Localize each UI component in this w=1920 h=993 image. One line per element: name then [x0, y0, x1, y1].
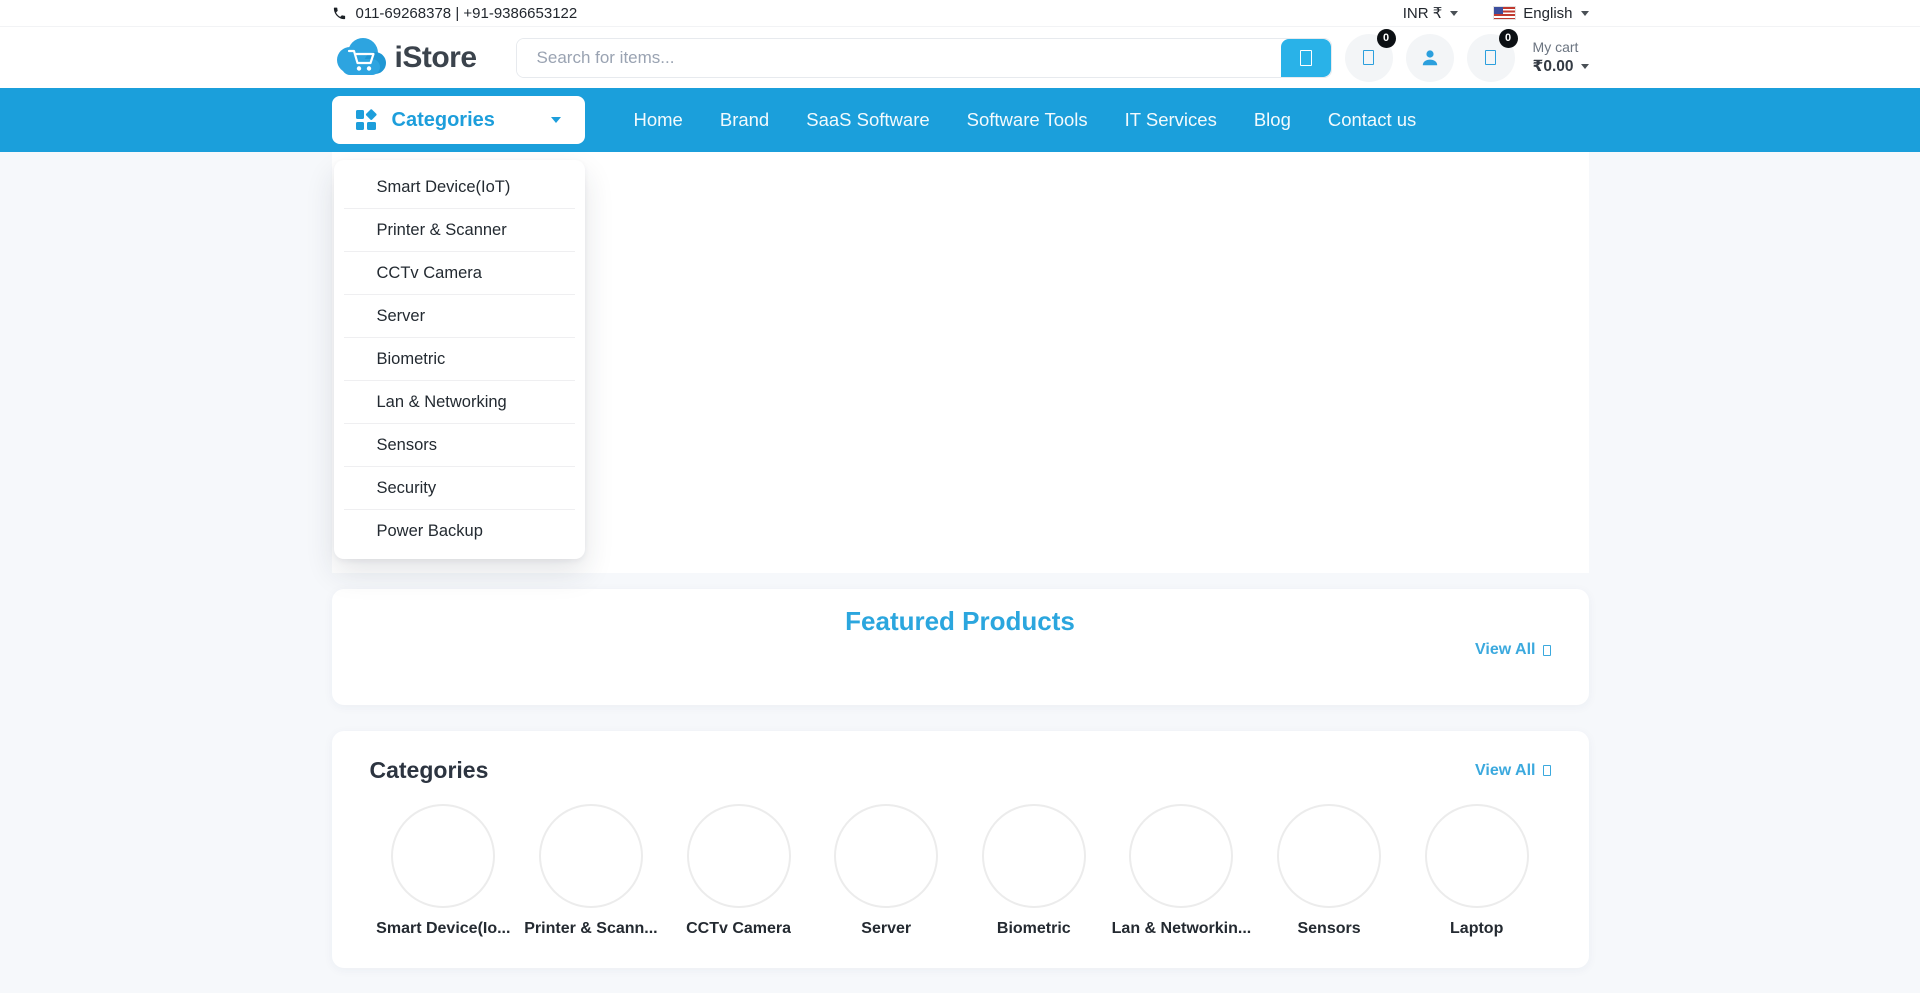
category-tile-smart-device[interactable]: Smart Device(Io...: [370, 804, 518, 938]
category-image-placeholder: [687, 804, 791, 908]
categories-view-all-link[interactable]: View All: [1475, 762, 1550, 780]
category-image-placeholder: [1129, 804, 1233, 908]
category-tile-sensors[interactable]: Sensors: [1255, 804, 1403, 938]
category-tile-laptop[interactable]: Laptop: [1403, 804, 1551, 938]
primary-nav: Categories Home Brand SaaS Software Soft…: [0, 88, 1920, 152]
featured-products-section: Featured Products View All: [332, 589, 1589, 705]
phone-icon: [332, 6, 347, 21]
cart-button[interactable]: 0: [1467, 34, 1515, 82]
menu-item-power-backup[interactable]: Power Backup: [344, 510, 575, 553]
menu-item-cctv-camera[interactable]: CCTv Camera: [344, 252, 575, 295]
view-all-label: View All: [1475, 762, 1535, 780]
wishlist-count-badge: 0: [1377, 29, 1396, 48]
nav-link-contact-us[interactable]: Contact us: [1328, 109, 1416, 131]
categories-section-title: Categories: [370, 757, 489, 784]
category-tile-cctv-camera[interactable]: CCTv Camera: [665, 804, 813, 938]
chevron-down-icon: [551, 117, 561, 123]
phone-contact: 011-69268378 | +91-9386653122: [332, 5, 578, 22]
featured-products-title: Featured Products: [332, 589, 1589, 637]
phone-numbers: 011-69268378 | +91-9386653122: [356, 5, 578, 22]
category-image-placeholder: [539, 804, 643, 908]
categories-menu-button[interactable]: Categories: [332, 96, 585, 144]
search-icon: [1300, 50, 1312, 66]
categories-dropdown-menu: Smart Device(IoT) Printer & Scanner CCTv…: [334, 160, 585, 559]
brand-logo[interactable]: iStore: [332, 37, 477, 79]
arrow-right-icon: [1543, 645, 1551, 656]
category-tile-biometric[interactable]: Biometric: [960, 804, 1108, 938]
category-tile-label: Biometric: [997, 920, 1071, 938]
category-image-placeholder: [1277, 804, 1381, 908]
search-input[interactable]: [517, 39, 1281, 77]
language-selector[interactable]: English: [1494, 5, 1588, 22]
menu-item-biometric[interactable]: Biometric: [344, 338, 575, 381]
chevron-down-icon: [1450, 11, 1458, 16]
cloud-cart-icon: [332, 37, 388, 79]
category-tile-label: Laptop: [1450, 920, 1503, 938]
menu-item-server[interactable]: Server: [344, 295, 575, 338]
account-button[interactable]: [1406, 34, 1454, 82]
category-tile-label: Smart Device(Io...: [376, 920, 510, 938]
category-tiles-row: Smart Device(Io... Printer & Scann... CC…: [370, 804, 1551, 938]
categories-section: Categories View All Smart Device(Io... P…: [332, 731, 1589, 968]
brand-name: iStore: [395, 41, 477, 75]
chevron-down-icon: [1581, 11, 1589, 16]
nav-links: Home Brand SaaS Software Software Tools …: [634, 109, 1417, 131]
search-bar: [516, 38, 1332, 78]
nav-link-software-tools[interactable]: Software Tools: [967, 109, 1088, 131]
category-tile-label: Lan & Networkin...: [1112, 920, 1252, 938]
menu-item-security[interactable]: Security: [344, 467, 575, 510]
nav-link-it-services[interactable]: IT Services: [1125, 109, 1217, 131]
cart-total: ₹0.00: [1533, 57, 1574, 76]
menu-item-sensors[interactable]: Sensors: [344, 424, 575, 467]
my-cart-label: My cart: [1533, 39, 1589, 55]
cart-icon: [1485, 50, 1496, 65]
category-tile-label: Printer & Scann...: [524, 920, 657, 938]
wishlist-icon: [1363, 50, 1374, 65]
wishlist-button[interactable]: 0: [1345, 34, 1393, 82]
arrow-right-icon: [1543, 765, 1551, 776]
category-tile-printer-scanner[interactable]: Printer & Scann...: [517, 804, 665, 938]
category-image-placeholder: [391, 804, 495, 908]
menu-item-lan-networking[interactable]: Lan & Networking: [344, 381, 575, 424]
cart-count-badge: 0: [1499, 29, 1518, 48]
currency-selector[interactable]: INR ₹: [1403, 4, 1459, 22]
my-cart-summary[interactable]: My cart ₹0.00: [1533, 39, 1589, 76]
search-button[interactable]: [1281, 39, 1331, 77]
category-image-placeholder: [834, 804, 938, 908]
grid-icon: [356, 110, 376, 130]
category-image-placeholder: [982, 804, 1086, 908]
main-header: iStore 0 0 My car: [0, 27, 1920, 88]
category-image-placeholder: [1425, 804, 1529, 908]
top-bar: 011-69268378 | +91-9386653122 INR ₹ Engl…: [0, 0, 1920, 27]
category-tile-label: CCTv Camera: [686, 920, 791, 938]
categories-button-label: Categories: [392, 109, 495, 132]
nav-link-home[interactable]: Home: [634, 109, 683, 131]
category-tile-server[interactable]: Server: [812, 804, 960, 938]
nav-link-brand[interactable]: Brand: [720, 109, 769, 131]
featured-view-all-link[interactable]: View All: [1475, 641, 1550, 659]
category-tile-label: Server: [861, 920, 911, 938]
nav-link-blog[interactable]: Blog: [1254, 109, 1291, 131]
chevron-down-icon: [1581, 64, 1589, 69]
us-flag-icon: [1494, 7, 1515, 19]
language-label: English: [1523, 5, 1572, 22]
nav-link-saas-software[interactable]: SaaS Software: [806, 109, 929, 131]
menu-item-printer-scanner[interactable]: Printer & Scanner: [344, 209, 575, 252]
menu-item-smart-device-iot[interactable]: Smart Device(IoT): [344, 166, 575, 209]
category-tile-label: Sensors: [1297, 920, 1360, 938]
main-content: Smart Device(IoT) Printer & Scanner CCTv…: [0, 152, 1920, 993]
category-tile-lan-networking[interactable]: Lan & Networkin...: [1108, 804, 1256, 938]
user-icon: [1418, 46, 1442, 70]
view-all-label: View All: [1475, 641, 1535, 659]
currency-label: INR ₹: [1403, 4, 1443, 22]
